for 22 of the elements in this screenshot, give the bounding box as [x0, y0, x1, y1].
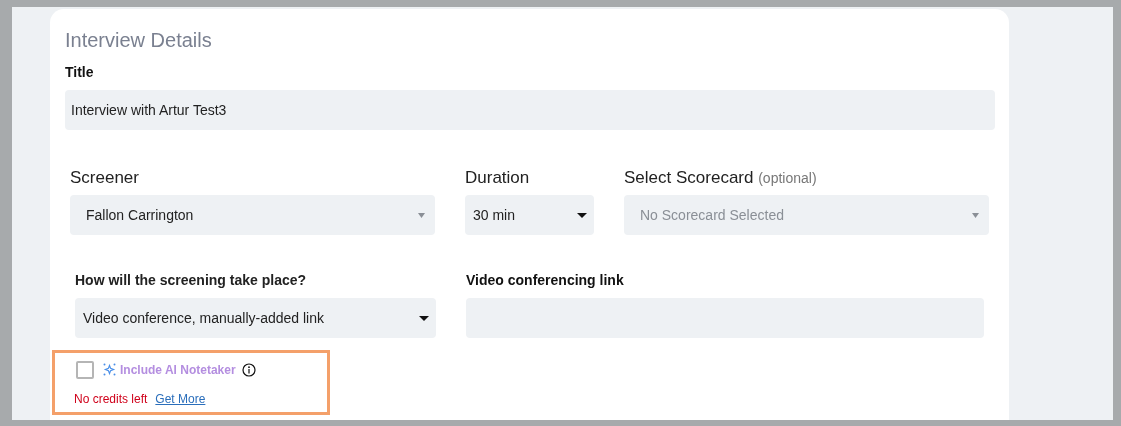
dropdown-select[interactable]: 30 min: [465, 195, 594, 235]
info-icon[interactable]: [241, 362, 256, 377]
caret-icon: [419, 315, 429, 321]
dropdown-select[interactable]: Fallon Carrington: [70, 195, 435, 235]
credits-message: No credits left: [74, 392, 148, 406]
dropdown-select[interactable]: Video conference, manually-added link: [75, 298, 436, 338]
caret-icon: [418, 212, 425, 218]
caret-icon: [972, 212, 979, 218]
field-label: Video conferencing link: [466, 272, 625, 288]
field-label: Select Scorecard: [624, 168, 754, 187]
field-label: Duration: [465, 168, 530, 187]
title-input[interactable]: Interview with Artur Test3: [65, 90, 995, 130]
checkbox-label: Include AI Notetaker: [120, 362, 236, 377]
sparkle-icon: [103, 363, 116, 376]
get-more-link[interactable]: Get More: [155, 392, 206, 406]
caret-icon: [577, 212, 587, 218]
checkbox[interactable]: [76, 360, 94, 379]
field-label: How will the screening take place?: [75, 272, 307, 288]
field-label: Screener: [70, 168, 139, 187]
field-label: Title: [65, 64, 95, 80]
optional-hint: (optional): [758, 170, 817, 186]
section-title: Interview Details: [65, 28, 213, 52]
